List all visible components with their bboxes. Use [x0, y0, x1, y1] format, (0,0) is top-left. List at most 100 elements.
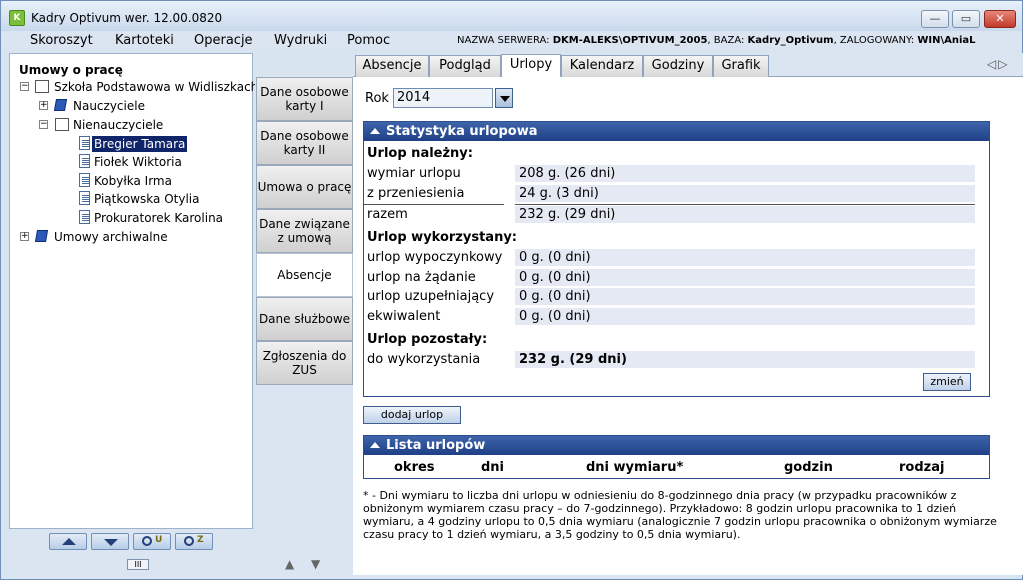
stats-panel-title: Statystyka urlopowa — [386, 124, 538, 139]
menu-pomoc[interactable]: Pomoc — [347, 33, 390, 48]
year-label: Rok — [365, 91, 389, 106]
tree-panel: Umowy o pracę − Szkoła Podstawowa w Widl… — [9, 53, 258, 529]
move-up-button[interactable] — [49, 533, 87, 550]
arrow-up-icon — [62, 538, 76, 545]
menu-wydruki[interactable]: Wydruki — [274, 33, 327, 48]
tab-absencje[interactable]: Absencje — [355, 55, 429, 77]
menu-skoroszyt[interactable]: Skoroszyt — [30, 33, 93, 48]
column-header-godzin[interactable]: godzin — [784, 460, 833, 475]
used-section-title: Urlop wykorzystany: — [367, 230, 518, 245]
search-z-letter: Z — [197, 535, 204, 545]
year-select[interactable]: 2014 — [393, 88, 493, 108]
window-title: Kadry Optivum wer. 12.00.0820 — [31, 11, 223, 25]
vertical-tab-strip: Dane osobowe karty I Dane osobowe karty … — [255, 75, 353, 575]
server-info: NAZWA SERWERA: DKM-ALEKS\OPTIVUM_2005, B… — [457, 35, 976, 46]
tree-label-person-selected: Bregier Tamara — [92, 136, 188, 152]
app-window: K Kadry Optivum wer. 12.00.0820 — ▭ ✕ Sk… — [0, 0, 1023, 580]
tab-kalendarz[interactable]: Kalendarz — [561, 55, 643, 77]
stat-value: 0 g. (0 dni) — [515, 308, 975, 325]
minimize-button[interactable]: — — [921, 10, 949, 28]
splitter-grip[interactable]: III — [127, 559, 149, 570]
vtab-dane-umowa[interactable]: Dane związane z umową — [256, 209, 353, 253]
menu-operacje[interactable]: Operacje — [194, 33, 253, 48]
expand-icon[interactable]: + — [39, 101, 48, 110]
tab-urlopy[interactable]: Urlopy — [501, 54, 561, 77]
vtabs-scroll-up-icon[interactable]: ▲ — [285, 557, 294, 571]
tree-node-nienauczyciele[interactable]: − Nienauczyciele — [10, 117, 250, 133]
stat-value: 232 g. (29 dni) — [515, 206, 975, 223]
tab-scroll-arrows-icon[interactable]: ◁▷ — [987, 57, 1009, 71]
server-label: NAZWA SERWERA: — [457, 35, 553, 46]
change-button[interactable]: zmień — [923, 373, 971, 391]
stat-value: 0 g. (0 dni) — [515, 269, 975, 286]
column-header-okres[interactable]: okres — [394, 460, 435, 475]
tab-grafik[interactable]: Grafik — [713, 55, 769, 77]
stat-label: z przeniesienia — [367, 186, 465, 201]
books-icon — [55, 118, 69, 131]
stats-panel-header[interactable]: Statystyka urlopowa — [364, 122, 989, 141]
stat-label: wymiar urlopu — [367, 166, 461, 181]
tree-label-person: Piątkowska Otylia — [94, 192, 200, 206]
stat-label: urlop wypoczynkowy — [367, 250, 503, 265]
tree-node-person[interactable]: Fiołek Wiktoria — [10, 154, 250, 170]
stat-label: urlop uzupełniający — [367, 289, 495, 304]
vtabs-scroll-down-icon[interactable]: ▼ — [311, 557, 320, 571]
column-header-dni[interactable]: dni — [481, 460, 504, 475]
leave-list-header[interactable]: Lista urlopów — [364, 436, 989, 455]
left-section-title: Urlop pozostały: — [367, 332, 488, 347]
chevron-down-icon — [500, 96, 510, 102]
leave-list-panel: Lista urlopów okres dni dni wymiaru* god… — [363, 435, 990, 479]
expand-icon[interactable]: + — [20, 232, 29, 241]
search-u-button[interactable]: U — [133, 533, 171, 550]
tree-node-nauczyciele[interactable]: + Nauczyciele — [10, 98, 250, 114]
books-icon — [35, 80, 49, 93]
tree-label-nauczyciele: Nauczyciele — [73, 99, 145, 113]
vtab-dane-osobowe-1[interactable]: Dane osobowe karty I — [256, 77, 353, 121]
due-section-title: Urlop należny: — [367, 146, 473, 161]
title-bar: K Kadry Optivum wer. 12.00.0820 — ▭ ✕ — [1, 1, 1022, 31]
stat-label: do wykorzystania — [367, 352, 481, 367]
vtab-dane-osobowe-2[interactable]: Dane osobowe karty II — [256, 121, 353, 165]
vtab-absencje[interactable]: Absencje — [256, 253, 353, 297]
column-header-rodzaj[interactable]: rodzaj — [899, 460, 944, 475]
close-button[interactable]: ✕ — [984, 10, 1016, 28]
db-value: Kadry_Optivum — [747, 35, 834, 46]
sum-divider — [364, 204, 504, 205]
year-dropdown-button[interactable] — [495, 88, 513, 108]
maximize-button[interactable]: ▭ — [952, 10, 980, 28]
stat-value: 0 g. (0 dni) — [515, 249, 975, 266]
tab-godziny[interactable]: Godziny — [643, 55, 713, 77]
add-leave-button[interactable]: dodaj urlop — [363, 406, 461, 424]
vtab-dane-sluzbowe[interactable]: Dane służbowe — [256, 297, 353, 341]
server-value: DKM-ALEKS\OPTIVUM_2005 — [552, 35, 708, 46]
move-down-button[interactable] — [91, 533, 129, 550]
tree-node-person[interactable]: Piątkowska Otylia — [10, 191, 250, 207]
tree-label-school: Szkoła Podstawowa w Widliszkach — [54, 80, 259, 94]
stat-label: razem — [367, 207, 408, 222]
menu-kartoteki[interactable]: Kartoteki — [115, 33, 174, 48]
search-z-button[interactable]: Z — [175, 533, 213, 550]
sum-divider — [515, 204, 975, 205]
collapse-icon[interactable]: − — [20, 82, 29, 91]
content-area: Absencje Podgląd Urlopy Kalendarz Godzin… — [353, 53, 1023, 575]
tree-node-person[interactable]: Kobyłka Irma — [10, 173, 250, 189]
tree-node-archive[interactable]: + Umowy archiwalne — [10, 229, 250, 245]
collapse-icon[interactable]: − — [39, 120, 48, 129]
tree-node-person[interactable]: Bregier Tamara — [10, 136, 250, 152]
vtab-umowa[interactable]: Umowa o pracę — [256, 165, 353, 209]
tree-label-nienauczyciele: Nienauczyciele — [73, 118, 164, 132]
user-label: , ZALOGOWANY: — [833, 35, 918, 46]
stat-value: 24 g. (3 dni) — [515, 185, 975, 202]
tree-node-school[interactable]: − Szkoła Podstawowa w Widliszkach — [10, 79, 258, 95]
vtab-zus[interactable]: Zgłoszenia do ZUS — [256, 341, 353, 385]
tree-label-archive: Umowy archiwalne — [54, 230, 168, 244]
footnote: * - Dni wymiaru to liczba dni urlopu w o… — [363, 489, 997, 541]
column-header-dni-wymiaru[interactable]: dni wymiaru* — [586, 460, 683, 475]
tree-node-person[interactable]: Prokuratorek Karolina — [10, 210, 250, 226]
tab-podglad[interactable]: Podgląd — [429, 55, 501, 77]
book-icon — [53, 99, 68, 111]
leave-list-title: Lista urlopów — [386, 438, 486, 453]
stat-value: 208 g. (26 dni) — [515, 165, 975, 182]
book-icon — [34, 230, 49, 242]
stat-value: 0 g. (0 dni) — [515, 288, 975, 305]
